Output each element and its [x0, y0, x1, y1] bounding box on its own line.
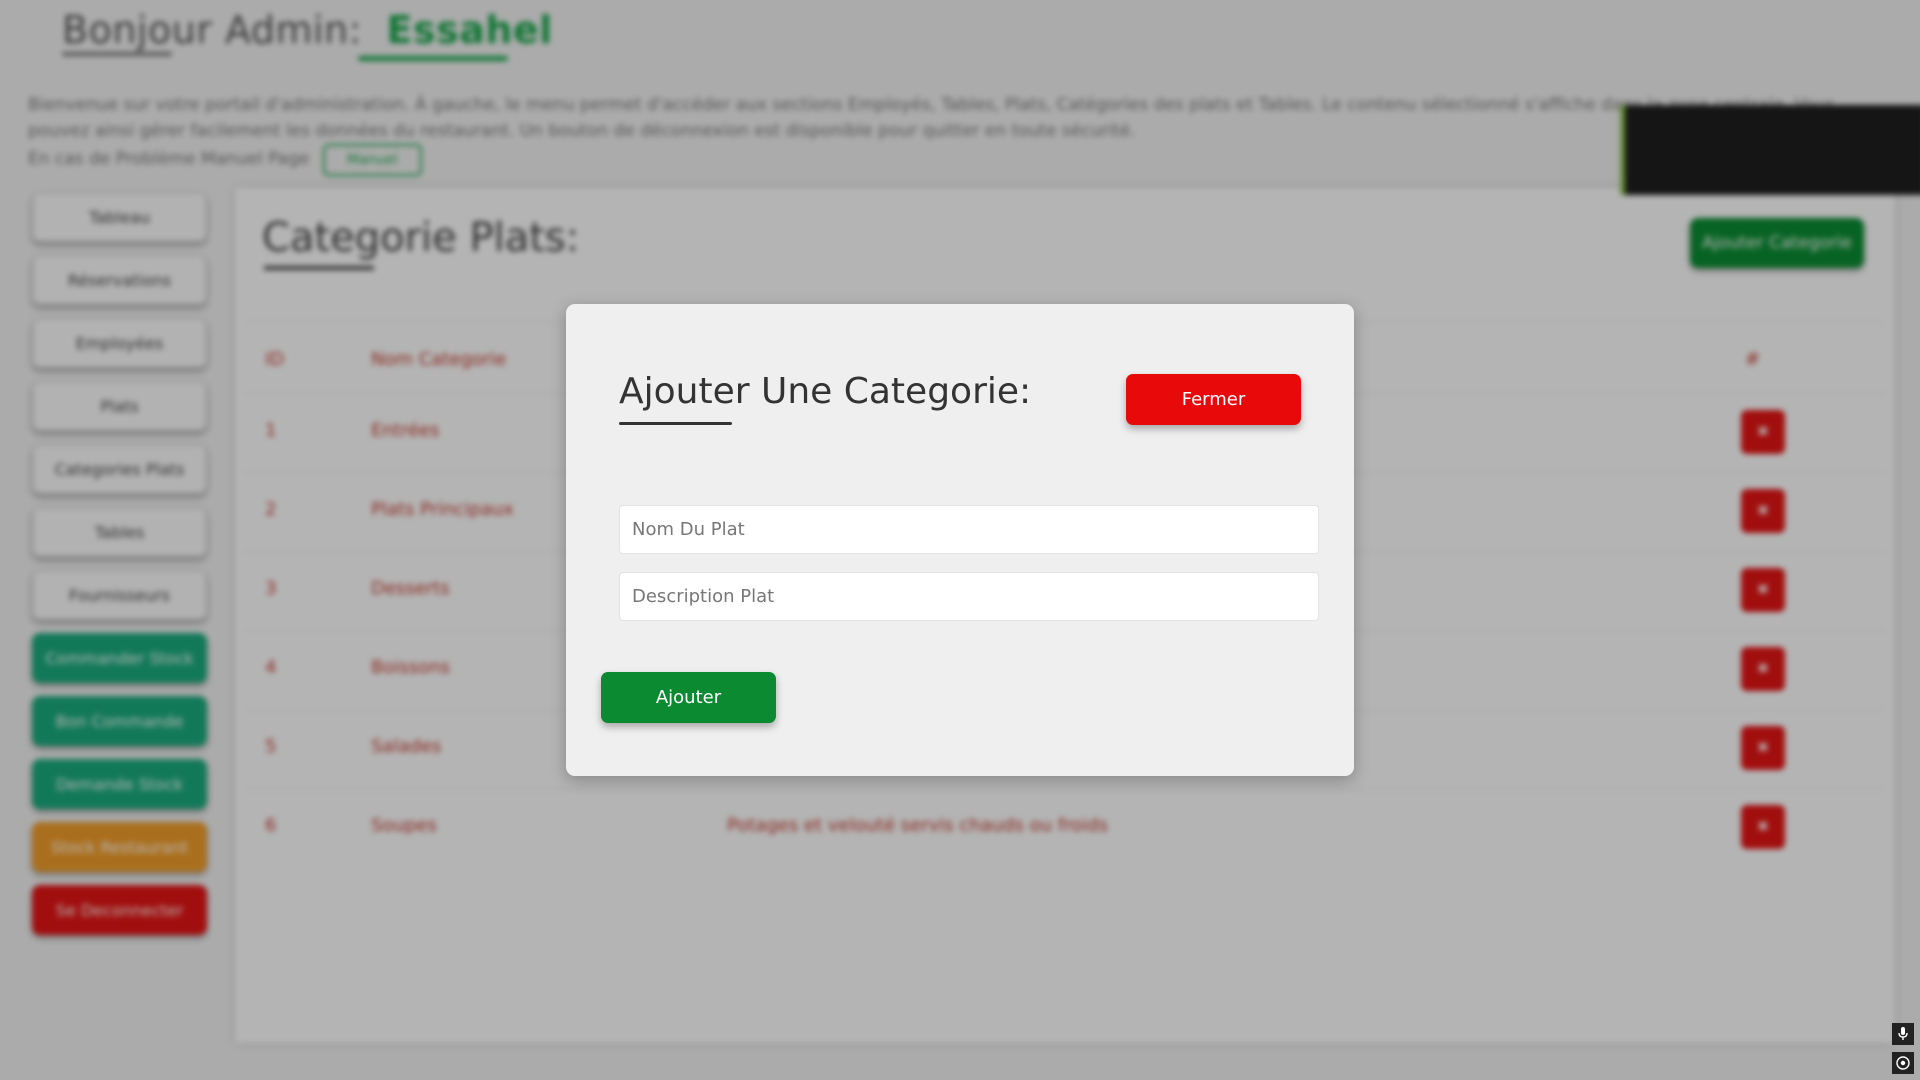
microphone-icon-glyph [1898, 1027, 1908, 1040]
accessibility-icon-glyph [1896, 1056, 1910, 1070]
microphone-icon[interactable] [1892, 1023, 1914, 1045]
category-description-input[interactable] [619, 572, 1319, 621]
accessibility-icon[interactable] [1892, 1052, 1914, 1074]
submit-button[interactable]: Ajouter [601, 672, 776, 723]
add-category-modal: Ajouter Une Categorie: Fermer Ajouter [566, 304, 1354, 776]
modal-title: Ajouter Une Categorie: [619, 371, 1032, 412]
category-name-input[interactable] [619, 505, 1319, 554]
modal-title-underline [619, 422, 732, 425]
close-button[interactable]: Fermer [1126, 374, 1301, 425]
